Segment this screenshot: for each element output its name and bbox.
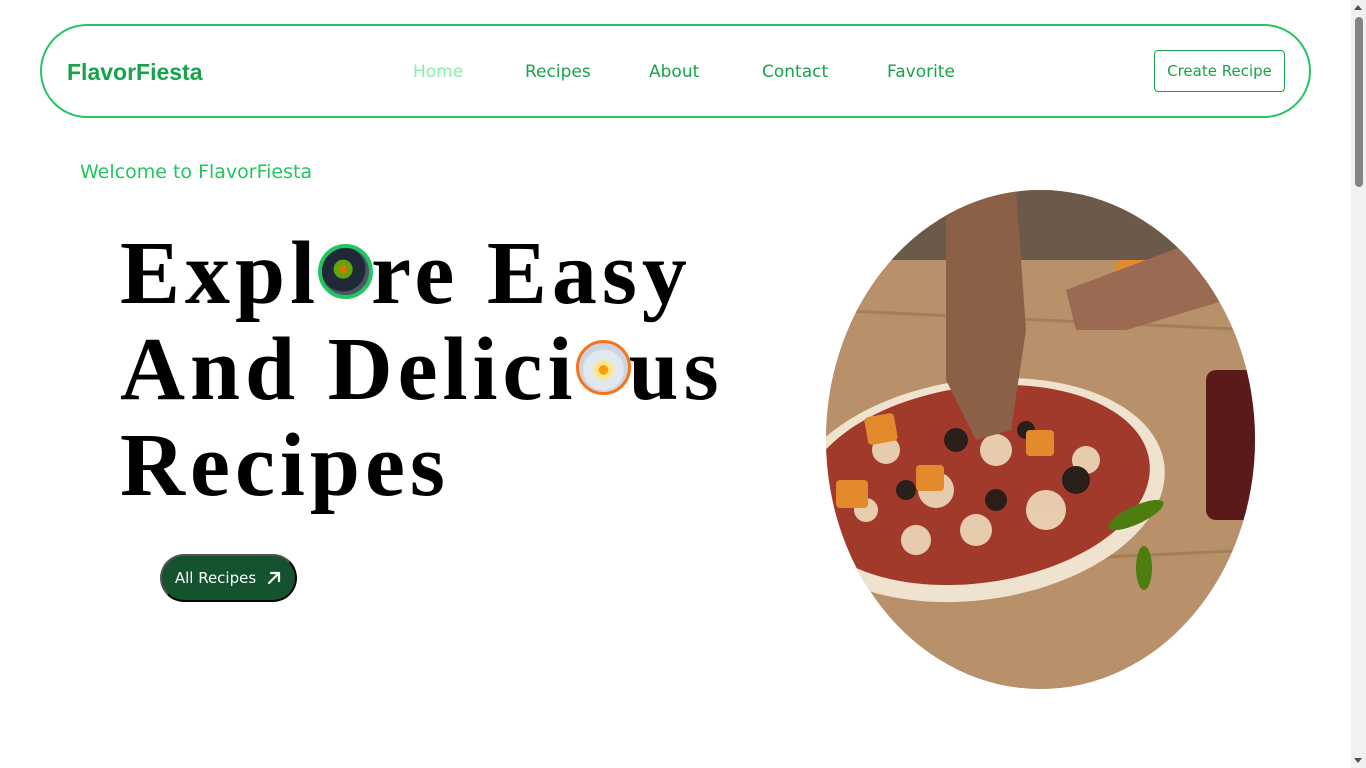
welcome-text: Welcome to FlavorFiesta xyxy=(80,161,313,183)
all-recipes-label: All Recipes xyxy=(174,569,257,587)
nav-link-favorite[interactable]: Favorite xyxy=(887,62,955,82)
headline-text: us xyxy=(628,320,724,419)
headline-line-2: And Delici us xyxy=(120,322,724,418)
headline-text: re Easy xyxy=(371,224,692,323)
headline-line-1: Expl re Easy xyxy=(120,226,724,322)
scroll-thumb[interactable] xyxy=(1355,17,1363,187)
scroll-down-arrow-icon[interactable] xyxy=(1354,758,1362,763)
nav-link-contact[interactable]: Contact xyxy=(762,62,828,82)
nav-link-recipes[interactable]: Recipes xyxy=(525,62,591,82)
create-recipe-button[interactable]: Create Recipe xyxy=(1154,50,1285,92)
nav-link-about[interactable]: About xyxy=(649,62,699,82)
scroll-up-arrow-icon[interactable] xyxy=(1354,5,1362,10)
pancake-inline-image xyxy=(575,340,631,395)
vertical-scrollbar[interactable] xyxy=(1351,0,1366,768)
brand-logo[interactable]: FlavorFiesta xyxy=(67,59,203,86)
hero-pizza-image xyxy=(826,190,1255,689)
headline-text: Expl xyxy=(120,224,321,323)
hero-headline: Expl re Easy And Delici us Recipes xyxy=(120,226,724,514)
headline-line-3: Recipes xyxy=(120,416,450,515)
arrow-up-right-icon xyxy=(268,571,281,585)
nav-link-home[interactable]: Home xyxy=(413,62,463,82)
headline-text: And Delici xyxy=(120,320,578,419)
all-recipes-button[interactable]: All Recipes xyxy=(160,554,297,602)
navbar: FlavorFiesta Home Recipes About Contact … xyxy=(40,24,1311,118)
food-bowl-inline-image xyxy=(318,244,374,299)
